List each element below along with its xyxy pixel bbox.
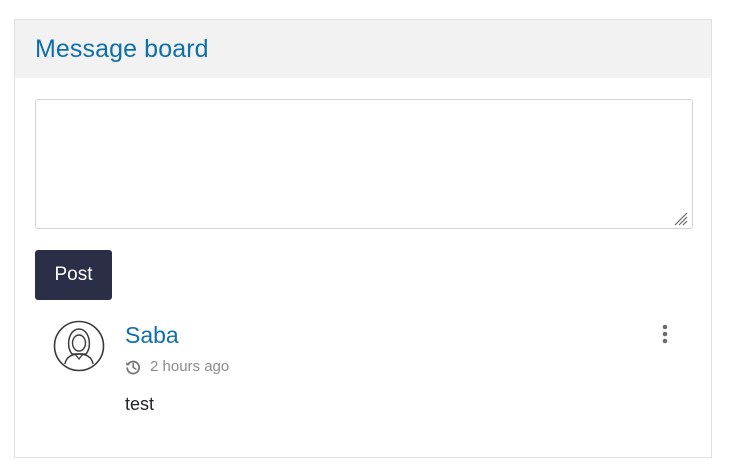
post-button[interactable]: Post <box>35 250 112 300</box>
more-vertical-icon <box>662 324 668 344</box>
card-header: Message board <box>15 20 711 78</box>
resize-grip-icon[interactable] <box>672 210 688 226</box>
message-timestamp: 2 hours ago <box>150 358 230 375</box>
author-link[interactable]: Saba <box>125 322 179 349</box>
message-board-card: Message board Post Saba 2 hours ago test <box>14 19 712 458</box>
message-meta: 2 hours ago <box>125 358 229 375</box>
user-avatar-icon[interactable] <box>53 320 105 372</box>
history-icon <box>126 360 141 374</box>
message-text: test <box>125 394 155 414</box>
list-item: Saba 2 hours ago test <box>53 318 693 438</box>
message-menu-button[interactable] <box>653 322 677 346</box>
message-input[interactable] <box>35 99 693 229</box>
page-title: Message board <box>35 34 209 63</box>
